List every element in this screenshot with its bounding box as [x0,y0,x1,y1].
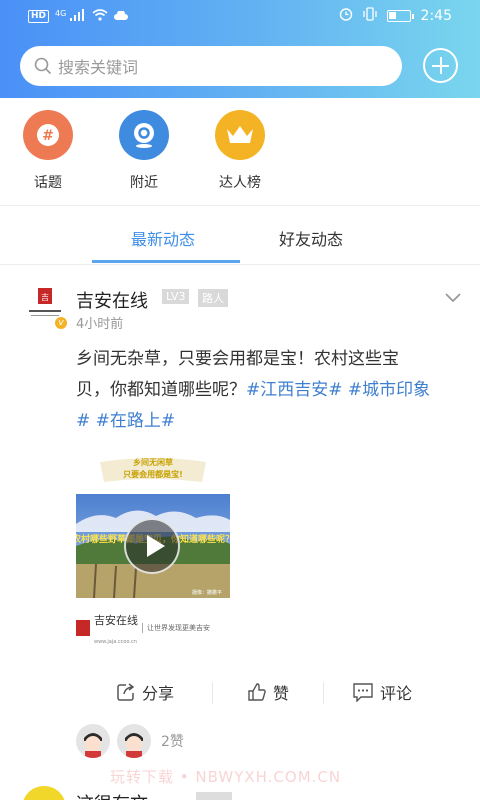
cloud-icon [114,9,129,24]
chevron-down-icon[interactable] [444,292,462,304]
next-author-name[interactable]: 这很有文 [76,790,148,800]
banner-line: 乡间无闲草 [133,457,173,467]
action-separator [212,682,213,704]
hashtag-link[interactable]: #江西吉安# [246,380,343,400]
post-time: 4小时前 [76,317,124,332]
tab-indicator [92,260,240,263]
liker-avatar[interactable] [76,724,110,758]
watermark: 玩转下载 • NBWYXH.COM.CN [110,768,342,786]
post-media[interactable]: 乡间无闲草 只要会用都是宝! 农村哪些野草都是宝贝，你知道哪些呢？ 摄像：撒撒平… [76,446,230,646]
status-bar: HD 4G 2:45 [0,0,480,34]
next-author-avatar[interactable] [22,786,66,800]
comment-label: 评论 [380,684,413,703]
post-text-plain: 贝，你都知道哪些呢？ [76,380,246,400]
svg-text:吉: 吉 [41,293,49,302]
location-icon [119,110,169,160]
author-name[interactable]: 吉安在线 [76,287,148,313]
alarm-icon [339,7,353,25]
share-button[interactable]: 分享 [116,680,174,704]
action-separator [323,682,324,704]
network-gen: 4G [55,9,67,18]
media-footer: 吉安在线 www.jaja.ccoo.cn 让世界发现更美吉安 [76,614,230,645]
hashtag-link[interactable]: #城市印象 [348,380,430,400]
category-leaderboard[interactable]: 达人榜 [205,110,275,192]
header: HD 4G 2:45 搜索关键词 [0,0,480,98]
brand-logo-icon [76,620,90,636]
divider [0,264,480,265]
search-icon [34,57,52,75]
share-icon [117,683,135,701]
level-tag: LV3 [162,289,190,304]
post-text: 乡间无杂草，只要会用都是宝！农村这些宝 贝，你都知道哪些呢？#江西吉安# #城市… [76,344,456,437]
svg-text:#: # [42,128,54,144]
add-post-button[interactable] [423,48,458,83]
like-count: 2赞 [161,734,184,750]
play-icon[interactable] [124,518,180,574]
thumbs-up-icon [248,683,266,701]
media-banner: 乡间无闲草 只要会用都是宝! [100,457,206,482]
like-label: 赞 [273,684,290,703]
category-label: 达人榜 [219,175,261,191]
banner-line: 只要会用都是宝! [123,469,183,479]
wifi-icon [92,9,108,24]
category-nearby[interactable]: 附近 [109,110,179,192]
hashtag-link[interactable]: #在路上# [96,411,176,431]
like-button[interactable]: 赞 [247,680,289,704]
crown-icon [215,110,265,160]
post-text-line: # #在路上# [76,406,456,437]
brand-url: www.jaja.ccoo.cn [94,639,137,645]
next-level-tag [196,792,232,800]
comment-icon [353,683,373,702]
hashtag-link[interactable]: # [76,411,90,431]
battery-icon [386,10,414,22]
video-thumbnail[interactable]: 农村哪些野草都是宝贝，你知道哪些呢？ 摄像：撒撒平 [76,494,230,598]
feed-tabs: 最新动态 好友动态 [0,206,480,264]
role-tag: 路人 [198,289,228,307]
comment-button[interactable]: 评论 [352,680,412,704]
category-label: 话题 [34,175,62,191]
category-label: 附近 [130,175,158,191]
post-actions: 分享 赞 评论 [0,670,480,716]
hashtag-icon: # [23,110,73,160]
liker-avatar[interactable] [117,724,151,758]
search-placeholder: 搜索关键词 [58,58,139,77]
category-row: # 话题 附近 达人榜 [0,100,480,204]
category-topics[interactable]: # 话题 [13,110,83,192]
post-text-line: 贝，你都知道哪些呢？#江西吉安# #城市印象 [76,375,456,406]
vibrate-icon [362,7,377,25]
clock-time: 2:45 [420,8,452,24]
post-text-line: 乡间无杂草，只要会用都是宝！农村这些宝 [76,349,399,369]
share-label: 分享 [142,684,175,703]
tab-friends[interactable]: 好友动态 [279,226,343,250]
tab-latest[interactable]: 最新动态 [131,226,195,250]
brand-name: 吉安在线 [94,614,138,627]
search-bar[interactable]: 搜索关键词 [20,46,402,86]
signal-icon: 4G [55,9,86,24]
likers-row[interactable]: 2赞 [76,724,184,758]
verified-badge: v [54,316,68,330]
brand-slogan: 让世界发现更美吉安 [142,623,210,633]
hd-badge: HD [28,10,50,23]
video-credit: 摄像：撒撒平 [192,589,222,596]
brand-block: 吉安在线 www.jaja.ccoo.cn [94,609,138,647]
